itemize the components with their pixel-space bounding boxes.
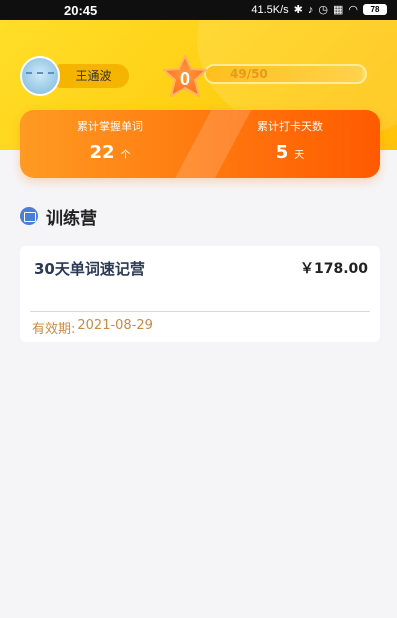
stats-card: 累计掌握单词 22 个 累计打卡天数 5天 — [20, 110, 380, 178]
user-name: 王通波 — [75, 69, 112, 83]
checkin-count: 5 — [275, 142, 289, 163]
progress-text: 49/50 — [230, 67, 268, 81]
status-bar: 20:45 41.5K/s ✱ ♪ ◷ ▦ ◠ 78 — [0, 0, 397, 20]
stat-label: 累计掌握单词 — [77, 120, 143, 133]
camp-icon — [20, 207, 38, 225]
section-header: 训练营 — [20, 204, 97, 229]
validity-label: 有效期: — [32, 322, 76, 337]
stat-checkin-days[interactable]: 累计打卡天数 5天 — [200, 118, 380, 163]
stat-value: 22 个 — [20, 142, 200, 163]
section-title: 训练营 — [46, 208, 97, 229]
mastered-count: 22 — [89, 142, 115, 163]
course-name: 30天单词速记营 — [34, 260, 145, 278]
checkin-unit: 天 — [294, 150, 305, 161]
status-time: 20:45 — [64, 3, 98, 18]
progress-bar: 49/50 — [204, 64, 367, 84]
sim-icon: ▦ — [332, 4, 344, 16]
avatar[interactable] — [20, 56, 60, 96]
validity-date: 2021-08-29 — [77, 318, 153, 333]
stat-mastered-words[interactable]: 累计掌握单词 22 个 — [20, 118, 200, 163]
battery-icon: 78 — [363, 4, 387, 15]
progress-fill — [206, 66, 362, 82]
mastered-unit: 个 — [120, 150, 131, 161]
mute-icon: ♪ — [307, 3, 314, 16]
wifi-icon: ◠ — [348, 4, 358, 16]
status-icons: 41.5K/s ✱ ♪ ◷ ▦ ◠ 78 — [251, 3, 387, 16]
course-price: ￥178.00 — [299, 261, 368, 277]
stat-value: 5天 — [200, 142, 380, 163]
bluetooth-icon: ✱ — [293, 4, 303, 16]
avatar-wave-decoration — [26, 72, 54, 78]
stat-label: 累计打卡天数 — [257, 120, 323, 133]
course-card[interactable]: 30天单词速记营 ￥178.00 有效期: 2021-08-29 — [20, 246, 380, 342]
network-speed: 41.5K/s — [251, 3, 289, 16]
user-name-pill[interactable]: 王通波 — [50, 64, 129, 88]
course-validity: 有效期: 2021-08-29 — [32, 318, 153, 337]
star-badge: 0 — [160, 54, 210, 100]
star-count: 0 — [179, 69, 190, 89]
alarm-icon: ◷ — [318, 4, 328, 16]
divider — [30, 311, 370, 312]
